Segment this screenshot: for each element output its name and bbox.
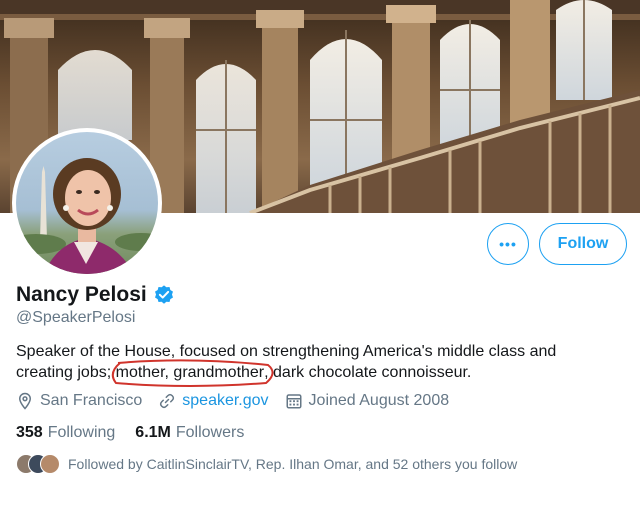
following-count: 358 [16, 424, 43, 441]
profile-meta: San Francisco speaker.gov Joined August … [16, 392, 465, 410]
follow-button[interactable]: Follow [539, 223, 627, 265]
followers-you-know-avatars [16, 454, 60, 474]
follow-button-label: Follow [557, 235, 609, 252]
website-link[interactable]: speaker.gov [182, 392, 268, 410]
verified-badge-icon [154, 285, 173, 304]
display-name: Nancy Pelosi [16, 283, 147, 306]
profile-name: Nancy Pelosi [16, 283, 175, 307]
link-icon [160, 393, 175, 409]
bio-highlight-text: mother, grandmother [115, 364, 265, 381]
profile-bio: Speaker of the House, focused on strengt… [16, 341, 616, 387]
bio-highlighted-phrase: mother, grandmother [111, 359, 274, 387]
followers-label: Followers [175, 424, 245, 441]
more-options-icon: ••• [499, 236, 517, 252]
profile-stats: 358 Following 6.1M Followers [16, 424, 264, 442]
avatar-photo [16, 132, 158, 274]
followers-stat[interactable]: 6.1M Followers [135, 424, 244, 442]
following-label: Following [47, 424, 116, 441]
bio-text-end: , dark chocolate connoisseur. [264, 364, 472, 381]
location-text: San Francisco [40, 392, 143, 409]
followers-count: 6.1M [135, 424, 171, 441]
website-item[interactable]: speaker.gov [158, 392, 269, 410]
calendar-icon [286, 394, 302, 409]
location-item: San Francisco [16, 392, 142, 410]
avatar-portrait-image [16, 158, 158, 274]
more-options-button[interactable]: ••• [487, 223, 529, 265]
joined-item: Joined August 2008 [285, 392, 450, 410]
location-pin-icon [18, 392, 32, 410]
profile-handle: @SpeakerPelosi [16, 309, 136, 326]
profile-avatar[interactable] [12, 128, 162, 278]
followed-by-text: Followed by CaitlinSinclairTV, Rep. Ilha… [68, 456, 518, 472]
followed-by-row[interactable]: Followed by CaitlinSinclairTV, Rep. Ilha… [16, 454, 517, 474]
following-stat[interactable]: 358 Following [16, 424, 115, 442]
joined-text: Joined August 2008 [308, 392, 450, 409]
mini-avatar [40, 454, 60, 474]
